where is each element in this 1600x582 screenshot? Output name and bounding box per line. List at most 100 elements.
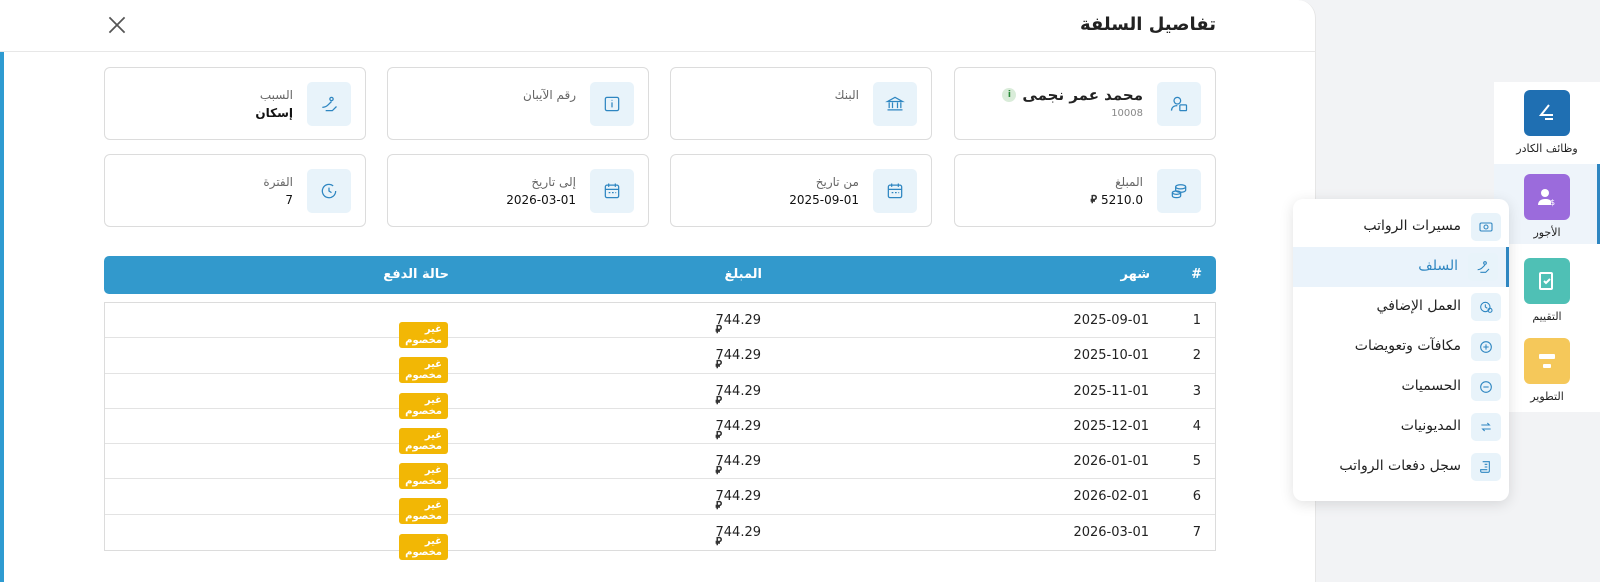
table-row: 3 2025-11-01 ⃁ 744.29 غير مخصوم [105, 374, 1215, 419]
menu-label: مكافآت وتعويضات [1354, 338, 1461, 354]
row-amount: ⃁ 744.29 [715, 454, 762, 477]
menu-label: الحسميات [1401, 378, 1461, 394]
minus-circle-icon [1471, 373, 1501, 401]
riyal-icon: ⃁ [715, 499, 723, 513]
menu-item-payroll[interactable]: مسيرات الرواتب [1293, 207, 1509, 247]
bank-icon [873, 82, 917, 126]
reason-icon [307, 82, 351, 126]
menu-label: مسيرات الرواتب [1363, 218, 1461, 234]
row-amount: ⃁ 744.29 [715, 418, 762, 442]
development-icon [1524, 338, 1570, 384]
menu-item-debts[interactable]: المديونيات [1293, 407, 1509, 447]
iban-card: رقم الآيبان [387, 67, 649, 140]
table-row: 6 2026-02-01 ⃁ 744.29 غير مخصوم [105, 479, 1215, 525]
row-month: 2026-02-01 [1073, 489, 1149, 505]
row-amount-text: 744.29 [715, 454, 762, 470]
rail-label: الأجور [1533, 226, 1561, 239]
period-card: الفترة 7 [104, 154, 366, 227]
calendar-icon [590, 169, 634, 213]
scroll-icon [1471, 453, 1501, 481]
row-amount-text: 744.29 [715, 418, 762, 434]
rail-label: التطوير [1530, 390, 1564, 403]
payroll-icon [1471, 213, 1501, 241]
staff-jobs-icon [1524, 90, 1570, 136]
row-month: 2026-01-01 [1073, 454, 1149, 470]
header-status: حالة الدفع [383, 267, 449, 282]
rail-label: التقييم [1532, 310, 1562, 323]
header-month: شهر [1120, 267, 1150, 282]
header-amount: المبلغ [724, 267, 762, 282]
bank-card: البنك [670, 67, 932, 140]
rail-item-staff-jobs[interactable]: وظائف الكادر [1494, 90, 1600, 155]
modal-header: تفاصيل السلفة [0, 0, 1316, 52]
wages-submenu: مسيرات الرواتب السلف العمل الإضافي مكافآ… [1293, 199, 1509, 501]
advance-icon [1468, 253, 1498, 281]
row-amount-text: 744.29 [715, 348, 762, 364]
menu-item-bonuses[interactable]: مكافآت وتعويضات [1293, 327, 1509, 367]
row-amount-text: 744.29 [715, 383, 762, 399]
riyal-icon: ⃁ [715, 393, 723, 407]
menu-item-overtime[interactable]: العمل الإضافي [1293, 287, 1509, 327]
employee-icon [1157, 82, 1201, 126]
employee-id: 10008 [1111, 108, 1143, 119]
close-icon [108, 16, 126, 34]
riyal-icon: ⃁ [715, 464, 723, 478]
menu-label: العمل الإضافي [1376, 298, 1461, 314]
reason-card: السبب إسكان [104, 67, 366, 140]
module-rail: وظائف الكادر $ الأجور التقييم التطوير [1494, 82, 1600, 412]
table-row: 5 2026-01-01 ⃁ 744.29 غير مخصوم [105, 444, 1215, 490]
period-label: الفترة [263, 175, 293, 189]
iban-icon [590, 82, 634, 126]
row-index: 2 [1192, 348, 1201, 364]
table-row: 4 2025-12-01 ⃁ 744.29 غير مخصوم [105, 409, 1215, 454]
row-amount-text: 744.29 [715, 489, 762, 505]
row-index: 4 [1192, 418, 1201, 434]
header-index: # [1191, 267, 1202, 282]
rail-item-evaluation[interactable]: التقييم [1494, 258, 1600, 323]
row-index: 7 [1192, 524, 1201, 540]
row-amount-text: 744.29 [715, 313, 762, 328]
riyal-icon: ⃁ [715, 358, 723, 372]
from-date-card: من تاريخ 2025-09-01 [670, 154, 932, 227]
reason-label: السبب [259, 88, 293, 102]
amount-value-text: 5210.0 [1101, 193, 1143, 207]
table-row: 2 2025-10-01 ⃁ 744.29 غير مخصوم [105, 338, 1215, 384]
plus-circle-icon [1471, 333, 1501, 361]
to-date-label: إلى تاريخ [531, 175, 576, 189]
bank-label: البنك [834, 88, 859, 102]
row-amount: ⃁ 744.29 [715, 383, 762, 407]
iban-label: رقم الآيبان [523, 88, 576, 102]
row-month: 2025-09-01 [1073, 313, 1149, 328]
rail-label: وظائف الكادر [1516, 142, 1578, 155]
amount-value: ⃁ 5210.0 [1090, 193, 1143, 207]
row-month: 2026-03-01 [1073, 524, 1149, 540]
table-row: 7 2026-03-01 ⃁ 744.29 غير مخصوم [105, 515, 1215, 560]
row-amount: ⃁ 744.29 [715, 489, 762, 512]
row-amount: ⃁ 744.29 [715, 313, 762, 336]
modal-accent-bar [0, 52, 4, 582]
row-amount: ⃁ 744.29 [715, 348, 762, 371]
overtime-icon [1471, 293, 1501, 321]
info-icon[interactable]: i [1002, 88, 1017, 102]
from-date-value: 2025-09-01 [789, 193, 859, 207]
repeat-icon [1471, 413, 1501, 441]
row-index: 3 [1192, 383, 1201, 399]
row-index: 5 [1192, 454, 1201, 470]
menu-item-advances[interactable]: السلف [1293, 247, 1509, 287]
to-date-value: 2026-03-01 [506, 193, 576, 207]
amount-label: المبلغ [1115, 175, 1143, 189]
rail-item-development[interactable]: التطوير [1494, 338, 1600, 403]
menu-label: السلف [1418, 258, 1458, 274]
riyal-icon: ⃁ [715, 428, 723, 442]
table-header: # شهر المبلغ حالة الدفع [104, 256, 1216, 294]
row-index: 6 [1192, 489, 1201, 505]
close-button[interactable] [104, 12, 130, 38]
reason-value: إسكان [255, 106, 293, 120]
to-date-card: إلى تاريخ 2026-03-01 [387, 154, 649, 227]
menu-item-deductions[interactable]: الحسميات [1293, 367, 1509, 407]
riyal-icon: ⃁ [715, 534, 723, 548]
row-month: 2025-10-01 [1073, 348, 1149, 364]
rail-item-wages[interactable]: $ الأجور [1494, 174, 1600, 239]
from-date-label: من تاريخ [815, 175, 859, 189]
menu-item-payment-log[interactable]: سجل دفعات الرواتب [1293, 447, 1509, 487]
